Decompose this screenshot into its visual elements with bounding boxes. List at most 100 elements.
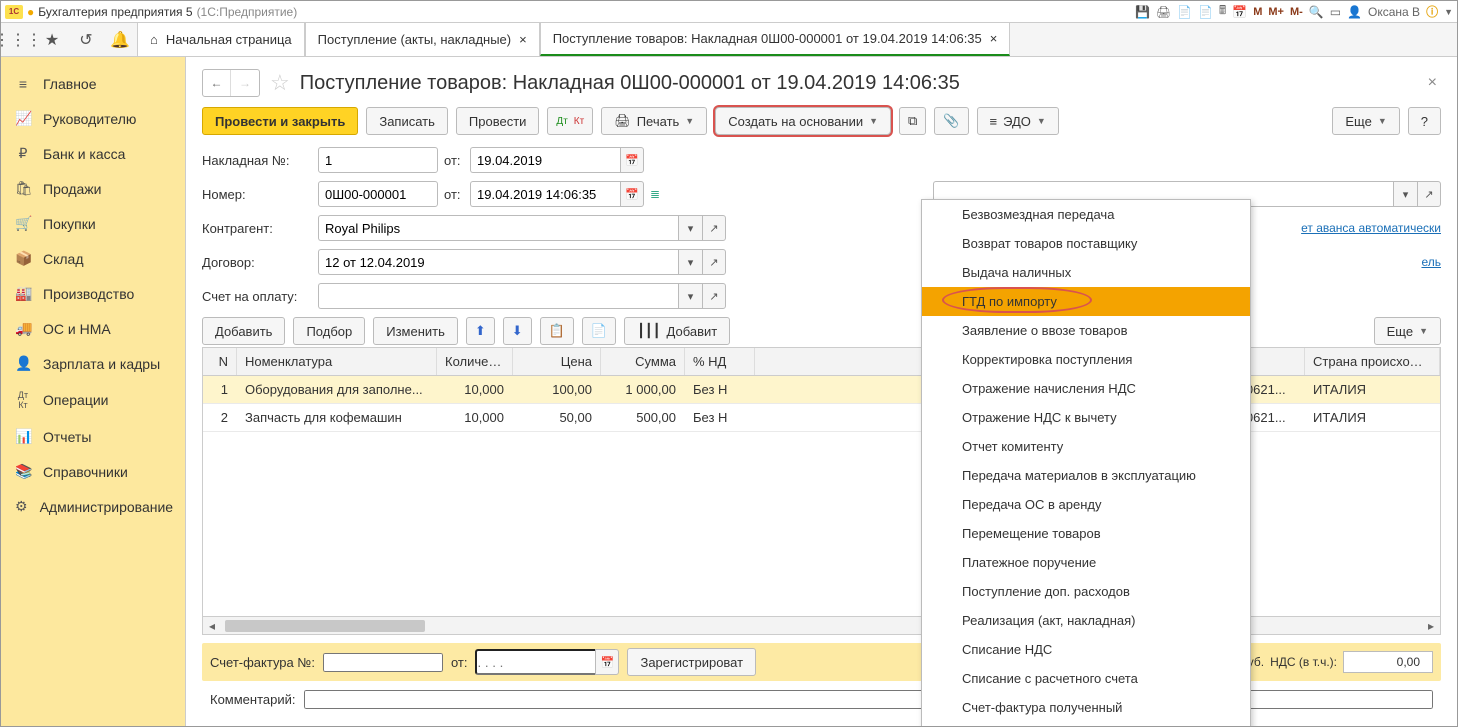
menu-item[interactable]: Списание НДС: [922, 635, 1250, 664]
calc-icon[interactable]: 🖩: [1219, 1, 1226, 22]
dropdown-icon[interactable]: ▾: [678, 283, 702, 309]
zoom-icon[interactable]: 🔍: [1309, 5, 1324, 19]
m-icon[interactable]: M: [1253, 6, 1262, 18]
paste-button[interactable]: 📄: [582, 317, 616, 345]
menu-item[interactable]: Реализация (акт, накладная): [922, 606, 1250, 635]
close-icon[interactable]: ×: [990, 31, 998, 46]
contract-input[interactable]: [318, 249, 678, 275]
more-button[interactable]: Еще▼: [1332, 107, 1399, 135]
print-icon[interactable]: 🖨: [1156, 5, 1171, 19]
sidebar-item-operations[interactable]: ДтКтОперации: [1, 381, 185, 419]
notifications-icon[interactable]: 🔔: [103, 23, 137, 56]
sidebar-item-purchases[interactable]: 🛒Покупки: [1, 206, 185, 241]
menu-item[interactable]: Перемещение товаров: [922, 519, 1250, 548]
table-row[interactable]: 2 Запчасть для кофемашин 10,000 50,00 50…: [203, 404, 1440, 432]
sidebar-item-manager[interactable]: 📈Руководителю: [1, 101, 185, 136]
move-down-button[interactable]: ⬇: [503, 317, 532, 345]
number-input[interactable]: [318, 181, 438, 207]
menu-item[interactable]: Безвозмездная передача: [922, 200, 1250, 229]
post-and-close-button[interactable]: Провести и закрыть: [202, 107, 358, 135]
structure-button[interactable]: ⧉: [899, 107, 926, 135]
calendar-icon[interactable]: 📅: [620, 181, 644, 207]
close-icon[interactable]: ×: [519, 32, 527, 47]
menu-item[interactable]: Отражение НДС к вычету: [922, 403, 1250, 432]
sidebar-item-bank[interactable]: ₽Банк и касса: [1, 136, 185, 171]
apps-icon[interactable]: ⋮⋮⋮: [1, 23, 35, 56]
tab-current-doc[interactable]: Поступление товаров: Накладная 0Ш00-0000…: [540, 23, 1011, 56]
calendar-icon[interactable]: 📅: [595, 649, 619, 675]
horizontal-scrollbar[interactable]: ◂▸: [203, 616, 1440, 634]
barcode-add-button[interactable]: ┃┃┃Добавит: [624, 317, 730, 345]
add-row-button[interactable]: Добавить: [202, 317, 285, 345]
pick-button[interactable]: Подбор: [293, 317, 365, 345]
menu-item[interactable]: Поступление доп. расходов: [922, 577, 1250, 606]
menu-item[interactable]: Отражение начисления НДС: [922, 374, 1250, 403]
tab-receipts[interactable]: Поступление (акты, накладные) ×: [305, 23, 540, 56]
special-icon[interactable]: ≣: [650, 187, 660, 201]
save-icon[interactable]: 💾: [1135, 5, 1150, 19]
sidebar-item-sales[interactable]: 🛍Продажи: [1, 171, 185, 206]
copy-button[interactable]: 📋: [540, 317, 574, 345]
link2[interactable]: ель: [1421, 255, 1441, 269]
sidebar-item-main[interactable]: ≡Главное: [1, 67, 185, 101]
col-n[interactable]: N: [203, 348, 237, 375]
forward-button[interactable]: →: [231, 70, 259, 96]
sidebar-item-assets[interactable]: 🚚ОС и НМА: [1, 311, 185, 346]
col-price[interactable]: Цена: [513, 348, 601, 375]
dropdown-icon[interactable]: ▾: [678, 215, 702, 241]
sidebar-item-warehouse[interactable]: 📦Склад: [1, 241, 185, 276]
invoice-no-input[interactable]: [318, 147, 438, 173]
open-icon[interactable]: ↗: [702, 215, 726, 241]
menu-item[interactable]: Выдача наличных: [922, 258, 1250, 287]
col-name[interactable]: Номенклатура: [237, 348, 437, 375]
register-button[interactable]: Зарегистрироват: [627, 648, 756, 676]
contractor-input[interactable]: [318, 215, 678, 241]
sidebar-item-salary[interactable]: 👤Зарплата и кадры: [1, 346, 185, 381]
create-based-on-button[interactable]: Создать на основании▼: [715, 107, 891, 135]
tab-home[interactable]: ⌂ Начальная страница: [137, 23, 305, 56]
post-button[interactable]: Провести: [456, 107, 540, 135]
history-icon[interactable]: ↺: [69, 23, 103, 56]
sidebar-item-admin[interactable]: ⚙Администрирование: [1, 489, 185, 524]
move-up-button[interactable]: ⬆: [466, 317, 495, 345]
dtkt-button[interactable]: ДтКт: [547, 107, 593, 135]
print-button[interactable]: 🖨Печать▼: [601, 107, 707, 135]
help-button[interactable]: ?: [1408, 107, 1441, 135]
info-icon[interactable]: ⓘ: [1426, 3, 1438, 20]
invoice-footer-input[interactable]: [323, 653, 443, 672]
back-button[interactable]: ←: [203, 70, 231, 96]
m-minus-icon[interactable]: M-: [1290, 6, 1303, 18]
col-vat[interactable]: % НД: [685, 348, 755, 375]
dropdown-icon[interactable]: ▾: [1393, 181, 1417, 207]
table-more-button[interactable]: Еще▼: [1374, 317, 1441, 345]
open-icon[interactable]: ↗: [702, 249, 726, 275]
invoice-date-input[interactable]: [470, 147, 620, 173]
menu-item[interactable]: Корректировка поступления: [922, 345, 1250, 374]
table-row[interactable]: 1 Оборудования для заполне... 10,000 100…: [203, 376, 1440, 404]
menu-item[interactable]: Счет-фактура полученный: [922, 693, 1250, 722]
sidebar-item-reports[interactable]: 📊Отчеты: [1, 419, 185, 454]
attach-button[interactable]: 📎: [934, 107, 968, 135]
edit-button[interactable]: Изменить: [373, 317, 458, 345]
col-qty[interactable]: Количес...: [437, 348, 513, 375]
col-country[interactable]: Страна происхождени: [1305, 348, 1440, 375]
chevron-down-icon[interactable]: ▼: [1444, 7, 1453, 17]
close-button[interactable]: ×: [1424, 74, 1441, 92]
window-icon[interactable]: ▭: [1330, 5, 1341, 19]
menu-item[interactable]: Требование-накладная: [922, 722, 1250, 726]
pay-account-input[interactable]: [318, 283, 678, 309]
menu-item[interactable]: Передача ОС в аренду: [922, 490, 1250, 519]
sidebar-item-production[interactable]: 🏭Производство: [1, 276, 185, 311]
menu-item-gtd-import[interactable]: ГТД по импорту: [922, 287, 1250, 316]
comment-input[interactable]: [304, 690, 1434, 709]
menu-item[interactable]: Передача материалов в эксплуатацию: [922, 461, 1250, 490]
calendar-icon[interactable]: 📅: [620, 147, 644, 173]
m-plus-icon[interactable]: M+: [1268, 6, 1284, 18]
number-date-input[interactable]: [470, 181, 620, 207]
invoice-footer-date[interactable]: [475, 649, 595, 675]
col-sum[interactable]: Сумма: [601, 348, 685, 375]
sidebar-item-directories[interactable]: 📚Справочники: [1, 454, 185, 489]
menu-item[interactable]: Платежное поручение: [922, 548, 1250, 577]
doc1-icon[interactable]: 📄: [1177, 5, 1192, 19]
favorite-toggle[interactable]: ☆: [270, 70, 290, 96]
